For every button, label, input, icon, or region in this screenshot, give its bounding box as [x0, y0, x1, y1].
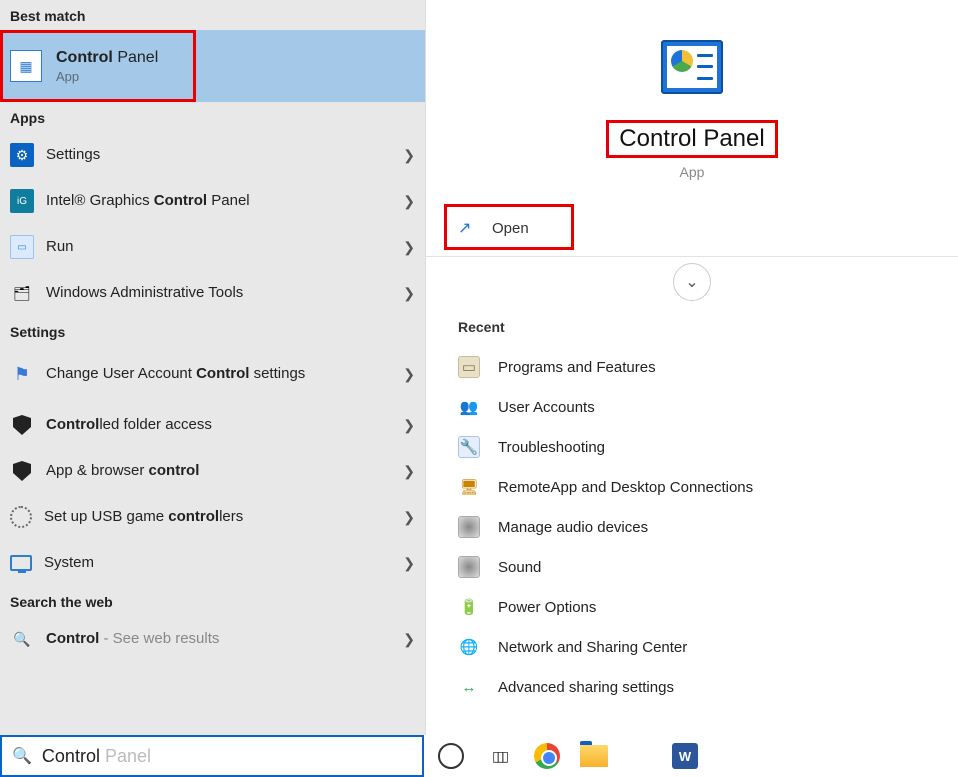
- app-settings[interactable]: ⚙ Settings ❯: [0, 132, 425, 178]
- chevron-right-icon: ❯: [403, 509, 415, 526]
- chevron-right-icon: ❯: [403, 631, 415, 648]
- details-subtitle: App: [680, 164, 705, 180]
- controller-icon: [10, 506, 32, 528]
- chevron-right-icon: ❯: [403, 366, 415, 383]
- shield-icon: [10, 459, 34, 483]
- settings-icon: ⚙: [10, 143, 34, 167]
- app-intel-graphics[interactable]: iG Intel® Graphics Control Panel ❯: [0, 178, 425, 224]
- word-icon[interactable]: W: [672, 743, 698, 769]
- recent-remoteapp[interactable]: 🖥RemoteApp and Desktop Connections: [458, 467, 926, 507]
- file-explorer-icon[interactable]: [580, 745, 608, 767]
- chevron-right-icon: ❯: [403, 417, 415, 434]
- search-input[interactable]: 🔍 Control Panel: [0, 735, 424, 777]
- recent-troubleshooting[interactable]: 🔧Troubleshooting: [458, 427, 926, 467]
- recent-advanced-sharing[interactable]: ↔Advanced sharing settings: [458, 667, 926, 707]
- app-run[interactable]: ▭ Run ❯: [0, 224, 425, 270]
- power-icon: 🔋: [458, 596, 480, 618]
- chevron-right-icon: ❯: [403, 193, 415, 210]
- chevron-down-icon: ⌄: [685, 272, 698, 292]
- apps-header: Apps: [0, 102, 425, 132]
- shield-icon: [10, 413, 34, 437]
- setting-app-browser[interactable]: App & browser control ❯: [0, 448, 425, 494]
- setting-system[interactable]: System ❯: [0, 540, 425, 586]
- details-title: Control Panel: [613, 123, 770, 155]
- best-match-title: Control Panel: [56, 49, 158, 67]
- programs-icon: ▭: [458, 356, 480, 378]
- network-icon: 🌐: [458, 636, 480, 658]
- control-panel-large-icon: [661, 40, 723, 94]
- best-match-control-panel[interactable]: ▦ Control Panel App: [0, 30, 425, 102]
- users-icon: 👥: [458, 396, 480, 418]
- search-icon: 🔍: [12, 746, 32, 766]
- web-header: Search the web: [0, 586, 425, 616]
- recent-programs-features[interactable]: ▭Programs and Features: [458, 347, 926, 387]
- best-match-header: Best match: [0, 0, 425, 30]
- chevron-right-icon: ❯: [403, 463, 415, 480]
- recent-audio-devices[interactable]: Manage audio devices: [458, 507, 926, 547]
- speaker-icon: [458, 556, 480, 578]
- expand-button[interactable]: ⌄: [673, 263, 711, 301]
- wrench-icon: 🔧: [458, 436, 480, 458]
- remote-icon: 🖥: [458, 476, 480, 498]
- recent-user-accounts[interactable]: 👥User Accounts: [458, 387, 926, 427]
- search-icon: 🔍: [10, 627, 34, 651]
- task-view-icon[interactable]: ▯▯▯: [484, 741, 514, 771]
- chevron-right-icon: ❯: [403, 147, 415, 164]
- settings-header: Settings: [0, 316, 425, 346]
- admin-tools-icon: 🗂: [10, 281, 34, 305]
- details-pane: Control Panel App ↗ Open ⌄ Recent ▭Progr…: [425, 0, 958, 735]
- recent-network-sharing[interactable]: 🌐Network and Sharing Center: [458, 627, 926, 667]
- control-panel-icon: ▦: [10, 50, 42, 82]
- flag-icon: ⚑: [10, 362, 34, 386]
- teams-icon[interactable]: [628, 744, 652, 768]
- best-match-type: App: [56, 69, 158, 84]
- run-icon: ▭: [10, 235, 34, 259]
- setting-usb-controllers[interactable]: Set up USB game controllers ❯: [0, 494, 425, 540]
- speaker-icon: [458, 516, 480, 538]
- intel-icon: iG: [10, 189, 34, 213]
- search-results-pane: Best match ▦ Control Panel App Apps ⚙ Se…: [0, 0, 425, 735]
- share-icon: ↔: [458, 676, 480, 698]
- chrome-icon[interactable]: [534, 743, 560, 769]
- recent-power-options[interactable]: 🔋Power Options: [458, 587, 926, 627]
- setting-uac[interactable]: ⚑ Change User Account Control settings ❯: [0, 346, 425, 402]
- highlight-box: [444, 204, 574, 250]
- chevron-right-icon: ❯: [403, 285, 415, 302]
- web-result-control[interactable]: 🔍 Control - See web results ❯: [0, 616, 425, 662]
- monitor-icon: [10, 555, 32, 571]
- recent-header: Recent: [458, 319, 926, 335]
- recent-sound[interactable]: Sound: [458, 547, 926, 587]
- taskbar: ▯▯▯ W: [430, 735, 958, 777]
- chevron-right-icon: ❯: [403, 239, 415, 256]
- app-admin-tools[interactable]: 🗂 Windows Administrative Tools ❯: [0, 270, 425, 316]
- setting-folder-access[interactable]: Controlled folder access ❯: [0, 402, 425, 448]
- cortana-icon[interactable]: [438, 743, 464, 769]
- chevron-right-icon: ❯: [403, 555, 415, 572]
